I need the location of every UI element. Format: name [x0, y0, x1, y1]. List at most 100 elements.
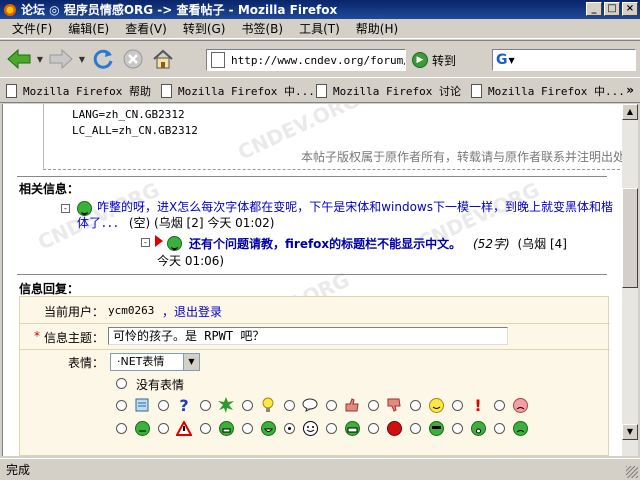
emotion-radio[interactable]: [368, 400, 379, 411]
vertical-scrollbar[interactable]: ▲ ▼: [622, 104, 638, 456]
emotion-radio[interactable]: [452, 423, 463, 434]
back-button[interactable]: [4, 44, 34, 74]
emotion-radio[interactable]: [116, 400, 127, 411]
lightbulb-icon: [260, 397, 276, 413]
current-user-label: 当前用户：: [43, 305, 104, 319]
smile-icon: [167, 236, 182, 251]
forward-dropdown-icon[interactable]: ▼: [76, 44, 88, 74]
row-divider: [20, 323, 610, 324]
related-post-author: (乌烟 [4]: [517, 237, 567, 251]
window-titlebar: 论坛 ◎ 程序员情感ORG -> 查看帖子 - Mozilla Firefox …: [0, 0, 640, 19]
emotion-radio[interactable]: [494, 423, 505, 434]
emotion-radio[interactable]: [410, 400, 421, 411]
menu-file[interactable]: 文件(F): [4, 20, 60, 37]
emotion-radio[interactable]: [410, 423, 421, 434]
code-line: LC_ALL=zh_CN.GB2312: [72, 124, 198, 137]
question-icon: ?: [179, 395, 189, 415]
current-user: ycm0263: [108, 304, 155, 317]
divider: [17, 176, 607, 177]
bookmark-page-icon: [316, 83, 327, 98]
emotion-radio[interactable]: [326, 400, 337, 411]
related-post-time: 今天 01:06): [157, 254, 225, 268]
speech-bubble-icon: [302, 397, 318, 413]
emotion-radio[interactable]: [326, 423, 337, 434]
thumbs-up-icon: [344, 397, 360, 413]
emotion-radio[interactable]: [242, 400, 253, 411]
menu-help[interactable]: 帮助(H): [348, 20, 406, 37]
go-button[interactable]: ▶ 转到: [412, 49, 456, 71]
emotion-radio[interactable]: [368, 423, 379, 434]
menu-bar: 文件(F) 编辑(E) 查看(V) 转到(G) 书签(B) 工具(T) 帮助(H…: [0, 19, 640, 39]
code-line: LANG=zh_CN.GB2312: [72, 108, 185, 121]
post-size: (52字): [473, 237, 510, 251]
bookmark-item[interactable]: Mozilla Firefox 中...: [161, 83, 316, 99]
home-button[interactable]: [148, 44, 178, 74]
emotion-radio[interactable]: [158, 423, 169, 434]
related-post-link-cont[interactable]: 体了．．．: [77, 216, 125, 230]
page-icon: [211, 52, 225, 68]
green-face-icon: [134, 420, 150, 436]
bookmark-item[interactable]: Mozilla Firefox 中...: [471, 83, 626, 99]
scroll-up-icon[interactable]: ▲: [622, 104, 638, 120]
row-divider: [20, 349, 610, 350]
maximize-button[interactable]: □: [604, 2, 620, 16]
menu-go[interactable]: 转到(G): [175, 20, 234, 37]
firefox-icon: [4, 3, 16, 16]
notepad-icon: [134, 397, 150, 413]
red-circle-icon: [386, 420, 402, 436]
scroll-thumb[interactable]: [622, 188, 638, 288]
related-post-link[interactable]: 咋整的呀，进X怎么每次字体都在变呢，下午是宋体和windows下一模一样，到晚上…: [97, 200, 613, 214]
reload-icon: [93, 49, 113, 69]
resize-grip-icon[interactable]: [626, 466, 638, 478]
url-text: http://www.cndev.org/forum/ms: [231, 53, 406, 67]
bookmarks-overflow-button[interactable]: »: [626, 83, 634, 97]
laugh-face-icon: [260, 420, 276, 436]
back-dropdown-icon[interactable]: ▼: [34, 44, 46, 74]
menu-edit[interactable]: 编辑(E): [60, 20, 117, 37]
emotion-radio[interactable]: [242, 423, 253, 434]
emotion-radio[interactable]: [158, 400, 169, 411]
emotion-radio[interactable]: [494, 400, 505, 411]
menu-view[interactable]: 查看(V): [117, 20, 175, 37]
smiley-face-icon: [302, 420, 318, 436]
angry-face-icon: [512, 397, 528, 413]
status-bar: 完成: [0, 458, 640, 480]
bookmark-item[interactable]: Mozilla Firefox 帮助: [6, 83, 161, 99]
bookmark-page-icon: [6, 83, 17, 98]
page-content: CNDEV.ORG CNDEV.ORG CNDEV.ORG CNDEV.ORG …: [2, 104, 622, 456]
thumbs-down-icon: [386, 397, 402, 413]
chevron-down-icon: ▼: [183, 354, 199, 370]
url-input[interactable]: http://www.cndev.org/forum/ms: [206, 49, 406, 71]
reload-button[interactable]: [88, 44, 118, 74]
go-label: 转到: [432, 53, 457, 68]
emotion-radio[interactable]: [200, 400, 211, 411]
search-input[interactable]: G ▼: [492, 49, 636, 71]
close-button[interactable]: ×: [622, 2, 638, 16]
stop-button[interactable]: [118, 44, 148, 74]
emotion-radio-selected[interactable]: [284, 423, 295, 434]
emotion-select[interactable]: ·NET表情 ▼: [110, 353, 200, 371]
bookmark-page-icon: [161, 83, 172, 98]
emotion-radio[interactable]: [284, 400, 295, 411]
emotion-radio[interactable]: [452, 400, 463, 411]
subject-input[interactable]: 可怜的孩子。是 RPWT 吧？: [108, 327, 508, 345]
collapse-toggle[interactable]: -: [141, 238, 150, 247]
search-engine-dropdown-icon[interactable]: ▼: [509, 56, 515, 65]
related-heading: 相关信息：: [19, 182, 80, 196]
minimize-button[interactable]: _: [586, 2, 602, 16]
emotion-radio[interactable]: [200, 423, 211, 434]
logout-link[interactable]: ，退出登录: [162, 303, 222, 320]
forward-button[interactable]: [46, 44, 76, 74]
scroll-down-icon[interactable]: ▼: [622, 424, 638, 440]
emotion-radio[interactable]: [116, 423, 127, 434]
subject-label: 信息主题：: [43, 331, 104, 345]
menu-tools[interactable]: 工具(T): [291, 20, 348, 37]
back-arrow-icon: [7, 48, 31, 70]
go-icon: ▶: [412, 52, 428, 68]
reply-heading: 信息回复：: [19, 282, 80, 296]
menu-bookmarks[interactable]: 书签(B): [233, 20, 291, 37]
no-emotion-radio[interactable]: [116, 378, 127, 389]
bookmark-item[interactable]: Mozilla Firefox 讨论: [316, 83, 471, 99]
cool-face-icon: [428, 420, 444, 436]
collapse-toggle[interactable]: -: [61, 204, 70, 213]
